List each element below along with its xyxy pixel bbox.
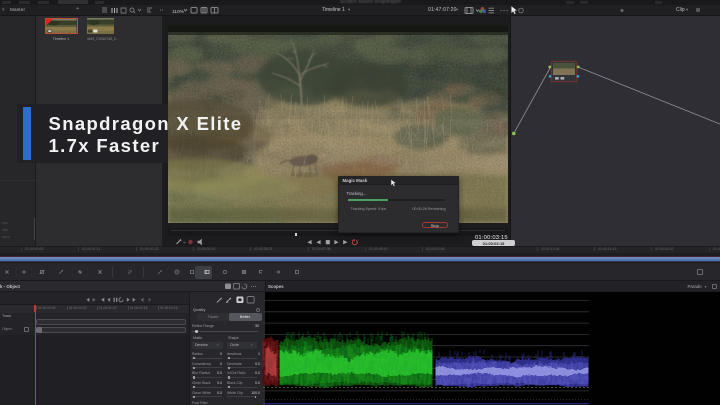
svg-text:110%: 110% [172, 9, 185, 15]
